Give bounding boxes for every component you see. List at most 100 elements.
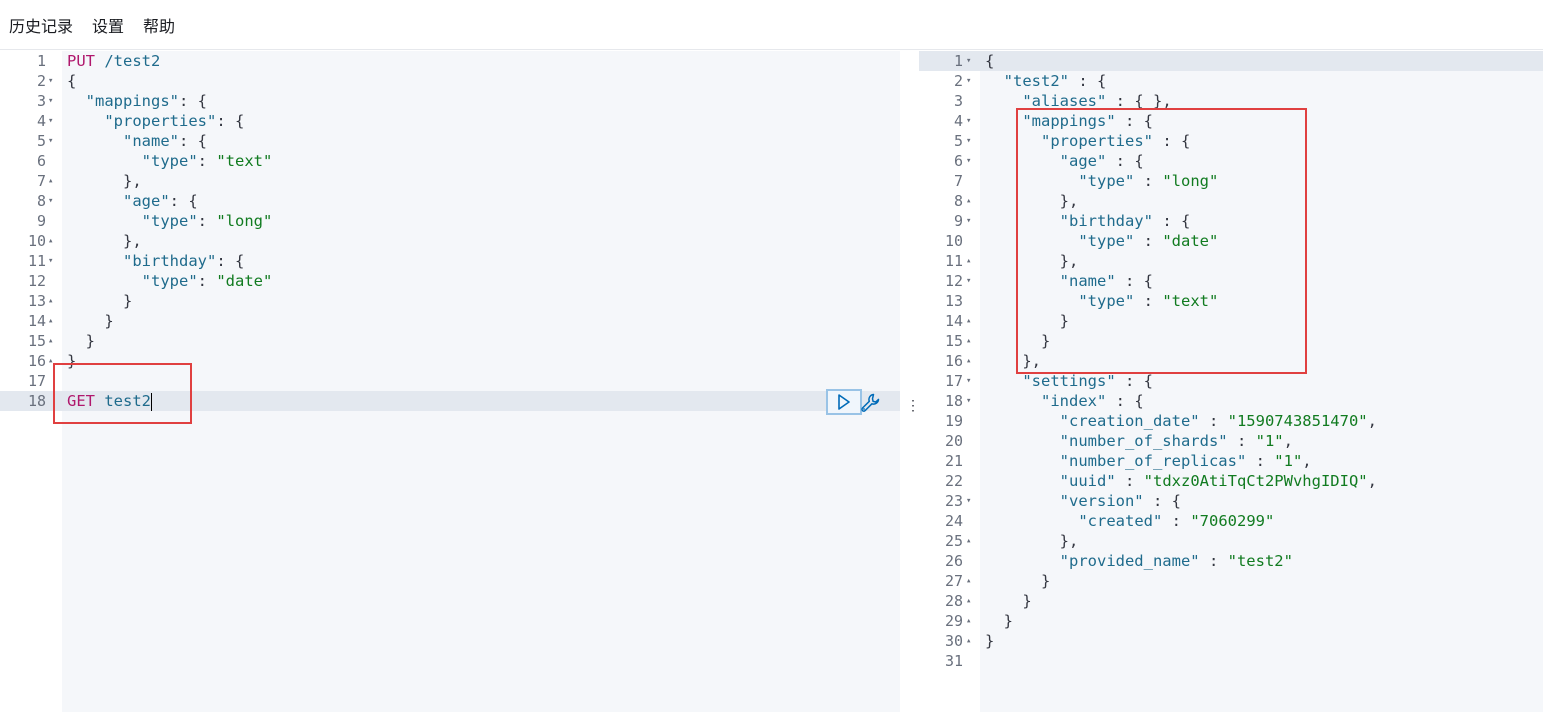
fold-close-icon[interactable]: ▴ bbox=[966, 191, 976, 211]
pane-splitter[interactable]: ⋮ bbox=[900, 51, 920, 712]
fold-close-icon[interactable]: ▴ bbox=[966, 591, 976, 611]
code-line[interactable]: 14 ▴ } bbox=[0, 311, 900, 331]
code-token: } bbox=[985, 572, 1051, 590]
fold-close-icon[interactable]: ▴ bbox=[48, 171, 58, 191]
request-editor[interactable]: 1 PUT /test2 2 ▾{3 ▾ "mappings": {4 ▾ "proper… bbox=[0, 51, 900, 712]
code-token: "age" bbox=[123, 192, 170, 210]
code-line: 26 "provided_name" : "test2" bbox=[919, 551, 1543, 571]
code-text: } bbox=[67, 331, 95, 351]
request-code-lines[interactable]: 1 PUT /test2 2 ▾{3 ▾ "mappings": {4 ▾ "proper… bbox=[0, 51, 900, 411]
fold-open-icon[interactable]: ▾ bbox=[966, 371, 976, 391]
code-token: }, bbox=[985, 192, 1079, 210]
code-line: 4 ▾ "mappings" : { bbox=[919, 111, 1543, 131]
menu-settings[interactable]: 设置 bbox=[92, 13, 124, 37]
code-token: "index" bbox=[1041, 392, 1107, 410]
code-line: 16 ▴ }, bbox=[919, 351, 1543, 371]
code-text: } bbox=[985, 611, 1013, 631]
code-token: "provided_name" bbox=[1059, 552, 1200, 570]
code-line[interactable]: 4 ▾ "properties": { bbox=[0, 111, 900, 131]
fold-close-icon[interactable]: ▴ bbox=[966, 331, 976, 351]
line-number: 12 bbox=[27, 272, 46, 290]
code-line[interactable]: 9 "type": "long" bbox=[0, 211, 900, 231]
code-token: "mappings" bbox=[1022, 112, 1116, 130]
fold-open-icon[interactable]: ▾ bbox=[966, 271, 976, 291]
fold-close-icon[interactable]: ▴ bbox=[966, 571, 976, 591]
code-line[interactable]: 18 GET test2 bbox=[0, 391, 900, 411]
line-number: 5 bbox=[953, 132, 963, 150]
fold-open-icon[interactable]: ▾ bbox=[48, 191, 58, 211]
fold-close-icon[interactable]: ▴ bbox=[966, 631, 976, 651]
fold-open-icon[interactable]: ▾ bbox=[966, 131, 976, 151]
code-line[interactable]: 8 ▾ "age": { bbox=[0, 191, 900, 211]
code-line[interactable]: 11 ▾ "birthday": { bbox=[0, 251, 900, 271]
code-line[interactable]: 7 ▴ }, bbox=[0, 171, 900, 191]
code-line[interactable]: 2 ▾ { bbox=[0, 71, 900, 91]
code-text: PUT /test2 bbox=[67, 51, 160, 71]
code-line[interactable]: 16 ▴} bbox=[0, 351, 900, 371]
fold-open-icon[interactable]: ▾ bbox=[966, 51, 976, 71]
fold-open-icon[interactable]: ▾ bbox=[48, 131, 58, 151]
fold-open-icon[interactable]: ▾ bbox=[48, 91, 58, 111]
line-number: 5 bbox=[36, 132, 46, 150]
request-settings-button[interactable] bbox=[859, 391, 883, 415]
fold-close-icon[interactable]: ▴ bbox=[48, 291, 58, 311]
menu-help[interactable]: 帮助 bbox=[143, 13, 175, 37]
line-number: 18 bbox=[27, 392, 46, 410]
fold-close-icon[interactable]: ▴ bbox=[48, 331, 58, 351]
vertical-dots-icon[interactable]: ⋮ bbox=[906, 399, 920, 413]
fold-open-icon[interactable]: ▾ bbox=[966, 391, 976, 411]
code-token: }, bbox=[985, 532, 1079, 550]
code-token: "7060299" bbox=[1190, 512, 1275, 530]
code-token: } bbox=[67, 292, 133, 310]
code-line[interactable]: 10 ▴ }, bbox=[0, 231, 900, 251]
code-text: "name": { bbox=[67, 131, 207, 151]
fold-close-icon[interactable]: ▴ bbox=[48, 351, 58, 371]
code-text: "type": "long" bbox=[67, 211, 273, 231]
code-line[interactable]: 15 ▴ } bbox=[0, 331, 900, 351]
fold-open-icon[interactable]: ▾ bbox=[966, 491, 976, 511]
menu-history[interactable]: 历史记录 bbox=[9, 13, 73, 37]
fold-open-icon[interactable]: ▾ bbox=[966, 71, 976, 91]
fold-close-icon[interactable]: ▴ bbox=[966, 611, 976, 631]
response-viewer[interactable]: 1 ▾{2 ▾ "test2" : {3 "aliases" : { }, 4 ▾ "m… bbox=[919, 51, 1543, 712]
code-text: "mappings": { bbox=[67, 91, 207, 111]
line-number: 6 bbox=[953, 152, 963, 170]
fold-open-icon[interactable]: ▾ bbox=[966, 111, 976, 131]
code-token: : bbox=[197, 152, 217, 170]
code-line[interactable]: 17 bbox=[0, 371, 900, 391]
code-token: "settings" bbox=[1022, 372, 1116, 390]
fold-close-icon[interactable]: ▴ bbox=[966, 531, 976, 551]
code-line[interactable]: 5 ▾ "name": { bbox=[0, 131, 900, 151]
code-token: : { bbox=[1115, 272, 1153, 290]
fold-close-icon[interactable]: ▴ bbox=[48, 311, 58, 331]
code-line[interactable]: 6 "type": "text" bbox=[0, 151, 900, 171]
play-icon bbox=[838, 394, 850, 410]
code-token: , bbox=[1283, 432, 1293, 450]
run-request-button[interactable] bbox=[826, 389, 862, 415]
fold-open-icon[interactable]: ▾ bbox=[48, 71, 58, 91]
fold-close-icon[interactable]: ▴ bbox=[966, 251, 976, 271]
fold-open-icon[interactable]: ▾ bbox=[48, 111, 58, 131]
code-line[interactable]: 12 "type": "date" bbox=[0, 271, 900, 291]
code-line: 3 "aliases" : { }, bbox=[919, 91, 1543, 111]
code-line: 19 "creation_date" : "1590743851470", bbox=[919, 411, 1543, 431]
fold-open-icon[interactable]: ▾ bbox=[48, 251, 58, 271]
fold-close-icon[interactable]: ▴ bbox=[966, 311, 976, 331]
fold-close-icon[interactable]: ▴ bbox=[966, 351, 976, 371]
code-line[interactable]: 3 ▾ "mappings": { bbox=[0, 91, 900, 111]
fold-open-icon[interactable]: ▾ bbox=[966, 151, 976, 171]
code-text: }, bbox=[67, 171, 142, 191]
code-text: "settings" : { bbox=[985, 371, 1153, 391]
line-number: 28 bbox=[944, 592, 963, 610]
code-token: "number_of_replicas" bbox=[1059, 452, 1247, 470]
code-text: } bbox=[985, 311, 1069, 331]
code-line[interactable]: 13 ▴ } bbox=[0, 291, 900, 311]
fold-open-icon[interactable]: ▾ bbox=[966, 211, 976, 231]
code-line[interactable]: 1 PUT /test2 bbox=[0, 51, 900, 71]
fold-close-icon[interactable]: ▴ bbox=[48, 231, 58, 251]
